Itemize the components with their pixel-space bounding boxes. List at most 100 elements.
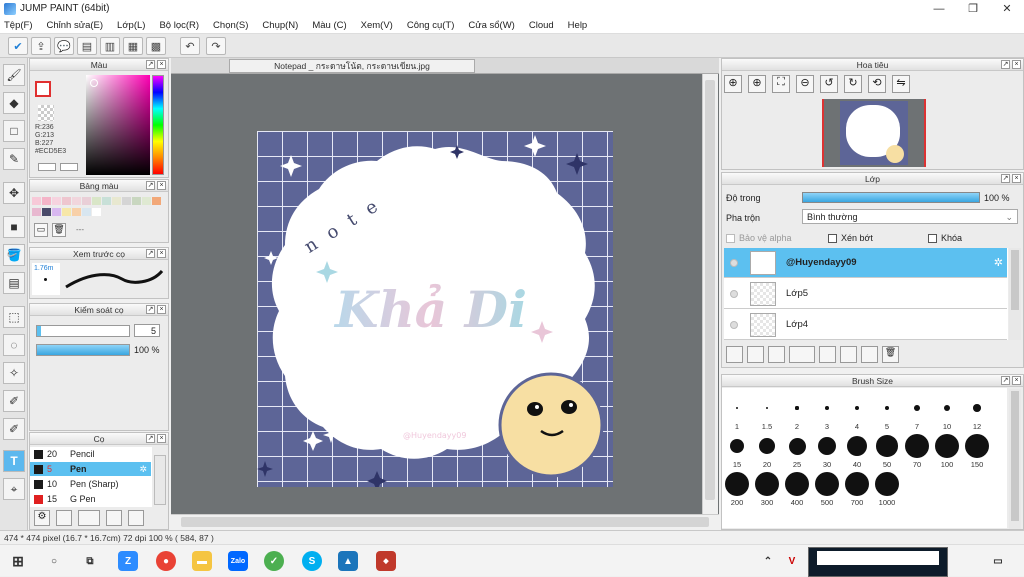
swatch[interactable] xyxy=(62,207,71,216)
task-view-icon[interactable]: ⧉ xyxy=(80,551,100,571)
brush-size-dot[interactable] xyxy=(935,434,959,458)
close-icon[interactable]: × xyxy=(157,60,166,69)
close-icon[interactable]: × xyxy=(157,181,166,190)
brush-tool-icon[interactable]: 🖌 xyxy=(3,64,25,86)
sheet-icon[interactable]: ▦ xyxy=(123,37,143,55)
swatch[interactable] xyxy=(62,197,71,205)
brush-type-dropdown[interactable] xyxy=(78,510,100,526)
redo-icon[interactable]: ↷ xyxy=(206,37,226,55)
palette-menu[interactable]: --- xyxy=(76,225,84,234)
brush-size-dot[interactable] xyxy=(876,435,898,457)
brush-size-dot[interactable] xyxy=(817,436,837,456)
zalo-icon[interactable]: Zalo xyxy=(228,551,248,571)
visibility-icon[interactable] xyxy=(730,321,738,329)
brush-size-dot[interactable] xyxy=(854,405,860,411)
artwork-canvas[interactable]: note Khả Di @Huyendayy09 xyxy=(257,131,613,487)
menu-layer[interactable]: Lớp(L) xyxy=(117,20,145,31)
copy-brush-icon[interactable] xyxy=(106,510,122,526)
color-mode-button-2[interactable] xyxy=(60,163,78,171)
layer-type-dropdown[interactable] xyxy=(789,346,815,363)
swatch[interactable] xyxy=(72,197,81,205)
brush-size-dot[interactable] xyxy=(759,438,775,454)
brush-size-dot[interactable] xyxy=(965,434,989,458)
layer-row-lop4[interactable]: Lớp4 xyxy=(724,310,1007,340)
select-rect-icon[interactable]: ⬚ xyxy=(3,306,25,328)
brush-size-dot[interactable] xyxy=(875,472,899,496)
maximize-button[interactable]: ❐ xyxy=(956,0,990,17)
visibility-icon[interactable] xyxy=(730,290,738,298)
swatch[interactable] xyxy=(82,207,91,216)
menu-cloud[interactable]: Cloud xyxy=(529,20,554,31)
menu-help[interactable]: Help xyxy=(568,20,588,31)
protect-alpha-checkbox[interactable]: Bảo vệ alpha xyxy=(726,233,792,244)
swatch[interactable] xyxy=(102,197,111,205)
menu-window[interactable]: Cửa sổ(W) xyxy=(468,20,514,31)
brush-item-pen[interactable]: 5 Pen ✲ xyxy=(30,462,151,476)
float-icon[interactable]: ↗ xyxy=(146,249,155,258)
swatch[interactable] xyxy=(72,207,81,216)
gear-icon[interactable]: ✲ xyxy=(994,256,1003,269)
gear-icon[interactable]: ✲ xyxy=(139,462,147,476)
minimize-button[interactable]: — xyxy=(922,0,956,17)
folder-icon[interactable] xyxy=(128,510,144,526)
brush-size-dot[interactable] xyxy=(905,434,929,458)
brush-size-dot[interactable] xyxy=(788,437,806,455)
layer-opacity-slider[interactable] xyxy=(802,192,980,203)
windows-start-icon[interactable]: ⊞ xyxy=(8,551,28,571)
swatch[interactable] xyxy=(42,207,51,216)
menu-color[interactable]: Màu (C) xyxy=(312,20,346,31)
close-icon[interactable]: × xyxy=(157,305,166,314)
close-icon[interactable]: × xyxy=(1012,376,1021,385)
brush-item-pencil[interactable]: 20 Pencil xyxy=(30,447,151,461)
export-icon[interactable]: ⇪ xyxy=(31,37,51,55)
navigator-preview[interactable] xyxy=(822,99,926,167)
brush-size-scrollbar[interactable] xyxy=(1009,389,1021,529)
file-explorer-icon[interactable]: ▬ xyxy=(192,551,212,571)
chrome-icon[interactable]: ● xyxy=(156,551,176,571)
merge-down-icon[interactable] xyxy=(861,346,878,363)
rotate-left-icon[interactable]: ↺ xyxy=(820,75,838,93)
photos-icon[interactable]: ▲ xyxy=(338,551,358,571)
select-eraser-icon[interactable]: ✐ xyxy=(3,418,25,440)
brush-size-dot[interactable] xyxy=(973,404,981,412)
zoom-app-icon[interactable]: Z xyxy=(118,551,138,571)
brush-size-dot[interactable] xyxy=(765,406,769,410)
float-icon[interactable]: ↗ xyxy=(1001,174,1010,183)
merge-icon[interactable] xyxy=(840,346,857,363)
zoom-out-icon[interactable]: ⊖ xyxy=(796,75,814,93)
undo-icon[interactable]: ↶ xyxy=(180,37,200,55)
text-tool-icon[interactable]: T xyxy=(3,450,25,472)
document-tab[interactable]: Notepad _ กระดาษโน้ต, กระดาษเขียน.jpg xyxy=(229,59,475,73)
message-icon[interactable]: ▤ xyxy=(77,37,97,55)
swatch[interactable] xyxy=(92,207,101,216)
swatch[interactable] xyxy=(132,197,141,205)
menu-select[interactable]: Chọn(S) xyxy=(213,20,248,31)
swatch[interactable] xyxy=(152,197,161,205)
saturation-value-picker[interactable] xyxy=(86,75,150,175)
close-icon[interactable]: × xyxy=(1012,60,1021,69)
brush-size-slider[interactable] xyxy=(36,325,130,337)
layer-row-lop5[interactable]: Lớp5 xyxy=(724,279,1007,309)
menu-capture[interactable]: Chụp(N) xyxy=(262,20,298,31)
brush-size-dot[interactable] xyxy=(755,472,779,496)
float-icon[interactable]: ↗ xyxy=(146,305,155,314)
brush-size-scroll-thumb[interactable] xyxy=(1011,391,1019,521)
blend-mode-select[interactable]: Bình thường ⌄ xyxy=(802,209,1018,224)
transparent-swatch[interactable] xyxy=(38,105,54,121)
primary-color-swatch[interactable] xyxy=(35,81,51,97)
chevron-up-icon[interactable]: ⌃ xyxy=(758,551,778,571)
skype-icon[interactable]: S xyxy=(302,551,322,571)
eraser-tool-icon[interactable]: ◆ xyxy=(3,92,25,114)
swatch[interactable] xyxy=(92,197,101,205)
notification-icon[interactable]: ▭ xyxy=(988,551,1008,571)
brush-size-dot[interactable] xyxy=(795,406,799,410)
hue-slider[interactable] xyxy=(152,75,164,175)
reset-rotate-icon[interactable]: ⟲ xyxy=(868,75,886,93)
swatch[interactable] xyxy=(82,197,91,205)
float-icon[interactable]: ↗ xyxy=(146,60,155,69)
menu-filter[interactable]: Bộ lọc(R) xyxy=(159,20,199,31)
pen-tool-icon[interactable]: ✎ xyxy=(3,148,25,170)
trash-icon[interactable]: 🗑 xyxy=(882,346,899,363)
brush-size-dot[interactable] xyxy=(785,472,809,496)
close-icon[interactable]: × xyxy=(1012,174,1021,183)
